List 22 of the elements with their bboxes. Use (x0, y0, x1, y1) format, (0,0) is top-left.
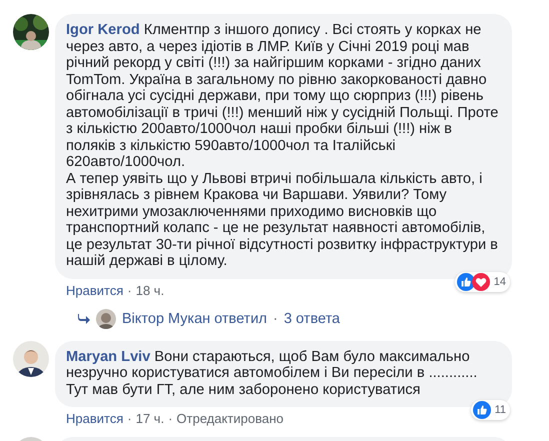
like-link[interactable]: Нравится (66, 282, 124, 298)
reaction-badge[interactable]: 11 (470, 400, 510, 420)
thumbs-up-icon (472, 401, 491, 419)
comment-text: Igor Kerod Клментпр з іншого допису . Всі стоять у корках не через авто, а через ідіотів в ЛМР. Київ у Січні 2019 році мав річний рекорд у світі (!!!) за найгіршим корками - згідно даних TomTom. Україна в загальному по рівню закоркованості давно обігнала усі сусідні держави, при тому що сюрприз (!!!) рівень автомобілізації в тричі (!!!) менший ніж у сусідній Польщі. Проте з кількістю 200авто/1000чол наші пробки більші (!!!) ніж в поляків з кількістю 590авто/1000чол та Італійські 620авто/1000чол. А тепер уявіть що у Львові втричі побільшала кількість авто, і зрівнялась з рівнем Кракова чи Варшави. Уявили? Тому нехитрими умозаключеннями приходимо висновків що транспортний колапс - це не результат наявності автомобілів, це результат 30-ти річної відсутності розвитку інфраструктури в нашій державі в цілому. (66, 22, 500, 270)
separator-dot: · (127, 411, 132, 427)
thumbs-up-icon (456, 272, 475, 290)
author-link[interactable]: Igor Kerod (66, 22, 140, 38)
like-link[interactable]: Нравится (66, 411, 124, 427)
reply-arrow-icon (78, 314, 90, 324)
separator-dot: · (168, 411, 173, 427)
separator-dot: · (127, 282, 132, 298)
author-link[interactable]: Maryan Lviv (66, 348, 150, 364)
reaction-count: 14 (494, 276, 506, 288)
meta-text: 17 ч. (136, 411, 164, 427)
comment-text: Maryan Lviv Вони стараються, щоб Вам було максимально незручно користуватися автомобілем і Ви пересіли в ............ Тут мав бути ГТ, але ним заборонено користуватися (66, 348, 478, 398)
separator-dot: · (273, 310, 278, 326)
meta-text: Отредактировано (176, 411, 284, 427)
reaction-badge[interactable]: 14 (454, 272, 510, 292)
replies-count-link[interactable]: 3 ответа (284, 310, 340, 326)
reaction-count: 11 (494, 404, 506, 416)
meta-text: 18 ч. (136, 282, 164, 298)
replies-link[interactable]: Віктор Мукан ответил (122, 310, 267, 326)
